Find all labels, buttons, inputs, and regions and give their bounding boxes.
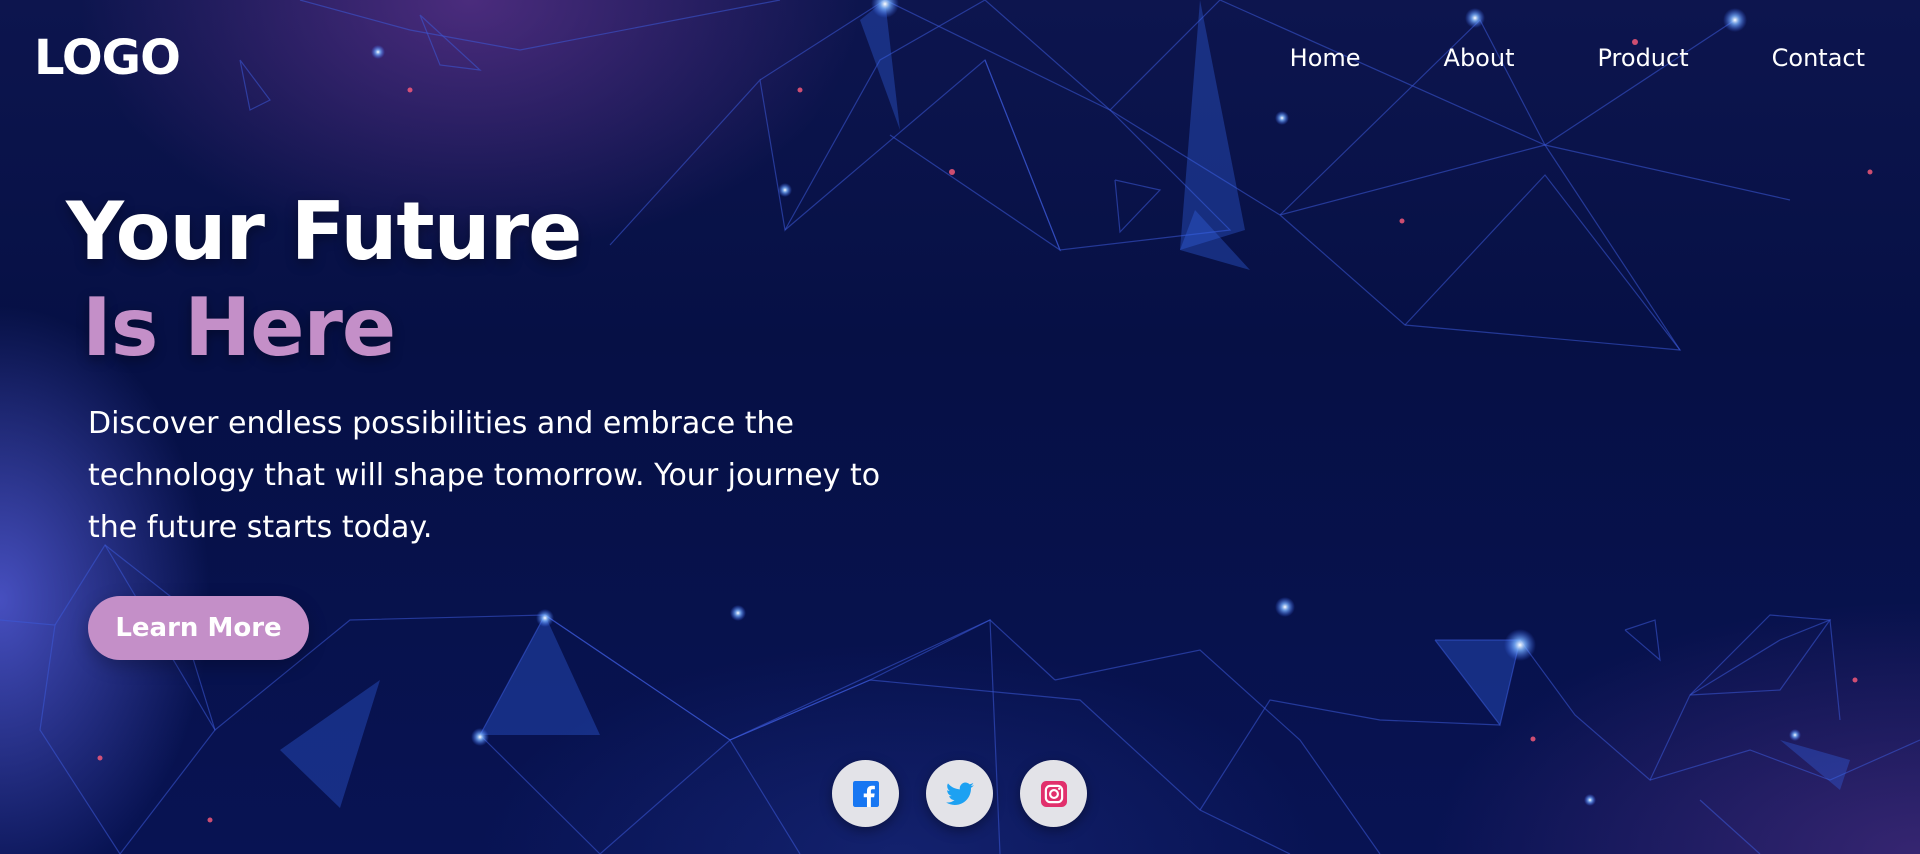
landing-page: LOGO Home About Product Contact Your Fut…: [0, 0, 1920, 854]
instagram-icon: [1040, 780, 1067, 807]
hero-title-line1: Your Future: [66, 185, 582, 278]
hero-description: Discover endless possibilities and embra…: [88, 406, 881, 545]
site-logo[interactable]: LOGO: [34, 28, 181, 88]
social-links: [832, 760, 1087, 827]
nav-item-home[interactable]: Home: [1290, 38, 1361, 78]
twitter-button[interactable]: [926, 760, 993, 827]
facebook-icon: [852, 780, 879, 807]
hero-title: Your Future Is Here: [66, 184, 582, 376]
learn-more-button[interactable]: Learn More: [88, 596, 309, 660]
instagram-button[interactable]: [1020, 760, 1087, 827]
main-nav: Home About Product Contact: [1290, 38, 1865, 78]
nav-item-product[interactable]: Product: [1598, 38, 1689, 78]
facebook-button[interactable]: [832, 760, 899, 827]
nav-item-contact[interactable]: Contact: [1772, 38, 1865, 78]
hero-title-line2: Is Here: [82, 281, 396, 374]
nav-item-about[interactable]: About: [1444, 38, 1515, 78]
twitter-icon: [945, 781, 974, 805]
